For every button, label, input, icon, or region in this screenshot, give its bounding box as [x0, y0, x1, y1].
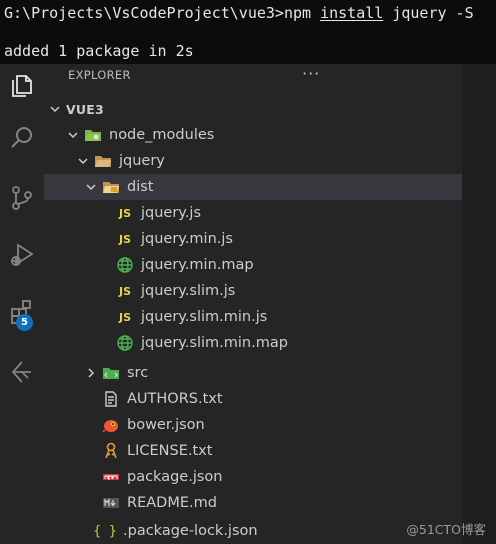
tree-item-jquery[interactable]: jquery: [44, 148, 494, 174]
javascript-icon: JS: [118, 284, 131, 298]
tree-item-label: AUTHORS.txt: [127, 391, 223, 407]
tree-item-label: README.md: [127, 495, 217, 511]
tree-item-node-modules[interactable]: node_modules: [44, 122, 484, 148]
tree-item-label: dist: [127, 179, 154, 195]
explorer-icon[interactable]: [0, 64, 44, 108]
terminal-result-line: added 1 package in 2s: [4, 42, 194, 60]
tree-item-label: node_modules: [109, 127, 215, 143]
tree-item-file[interactable]: LICENSE.txt: [44, 438, 496, 464]
tree-item-src[interactable]: src: [44, 360, 496, 386]
extensions-badge: 5: [16, 314, 33, 331]
terminal-cmd-npm: npm: [283, 4, 321, 22]
activity-bar: 5: [0, 64, 44, 544]
chevron-right-icon: [84, 366, 98, 380]
tree-item-file[interactable]: jquery.slim.min.map: [44, 330, 496, 356]
terminal-prompt: G:\Projects\VsCodeProject\vue3>: [4, 4, 284, 22]
chevron-down-icon: [48, 102, 62, 116]
tree-item-file[interactable]: AUTHORS.txt: [44, 386, 496, 412]
tree-item-file[interactable]: README.md: [44, 490, 496, 516]
globe-map-icon: [116, 334, 134, 352]
terminal-output: G:\Projects\VsCodeProject\vue3>npm insta…: [0, 0, 496, 64]
run-debug-icon[interactable]: [0, 232, 44, 276]
license-icon: [102, 442, 120, 460]
text-file-icon: [102, 390, 120, 408]
watermark: @51CTO博客: [406, 522, 486, 537]
terminal-cmd-args: jquery -S: [383, 4, 474, 22]
tree-item-label: package.json: [127, 469, 223, 485]
globe-map-icon: [116, 256, 134, 274]
tree-item-label: jquery.slim.min.map: [141, 335, 288, 351]
chevron-down-icon: [76, 154, 90, 168]
remote-icon[interactable]: [0, 350, 44, 394]
tree-item-file[interactable]: JS jquery.min.js: [44, 226, 496, 252]
json-icon: { }: [93, 523, 117, 539]
search-icon[interactable]: [0, 116, 44, 160]
tree-item-label: jquery.slim.min.js: [141, 309, 268, 325]
tree-item-label: bower.json: [127, 417, 205, 433]
tree-item-file[interactable]: JS jquery.slim.js: [44, 278, 496, 304]
more-actions-button[interactable]: ···: [302, 64, 320, 83]
chevron-down-icon: [84, 180, 98, 194]
tree-item-label: .package-lock.json: [123, 523, 258, 539]
workspace-root[interactable]: VUE3: [44, 96, 466, 122]
workspace-root-label: VUE3: [66, 101, 104, 117]
terminal-command-line: G:\Projects\VsCodeProject\vue3>npm insta…: [4, 4, 474, 22]
explorer-title: EXPLORER: [68, 68, 131, 82]
javascript-icon: JS: [118, 232, 131, 246]
tree-item-file[interactable]: JS jquery.js: [44, 200, 496, 226]
tree-item-label: LICENSE.txt: [127, 443, 213, 459]
tree-item-file[interactable]: JS jquery.slim.min.js: [44, 304, 496, 330]
tree-item-label: jquery.js: [141, 205, 202, 221]
editor-background: [462, 64, 496, 544]
tree-item-label: jquery: [119, 153, 165, 169]
npm-icon: [102, 468, 120, 486]
javascript-icon: JS: [118, 206, 131, 220]
markdown-icon: [102, 494, 120, 512]
terminal-cmd-install: install: [320, 4, 384, 22]
node-folder-open-icon: [84, 126, 102, 144]
tree-item-file[interactable]: jquery.min.map: [44, 252, 496, 278]
tree-item-file[interactable]: bower.json: [44, 412, 496, 438]
chevron-down-icon: [66, 128, 80, 142]
folder-open-icon: [94, 152, 112, 170]
javascript-icon: JS: [118, 310, 131, 324]
explorer-panel: EXPLORER ··· VUE3 node_modules jquery di…: [44, 64, 496, 544]
tree-item-label: jquery.slim.js: [141, 283, 236, 299]
tree-item-file[interactable]: package.json: [44, 464, 496, 490]
tree-item-dist[interactable]: dist: [44, 174, 496, 200]
tree-item-label: jquery.min.map: [141, 257, 254, 273]
source-control-icon[interactable]: [0, 176, 44, 220]
tree-item-label: src: [127, 365, 149, 381]
bower-icon: [102, 416, 120, 434]
src-folder-icon: [102, 364, 120, 382]
dist-folder-open-icon: [102, 178, 120, 196]
tree-item-label: jquery.min.js: [141, 231, 233, 247]
